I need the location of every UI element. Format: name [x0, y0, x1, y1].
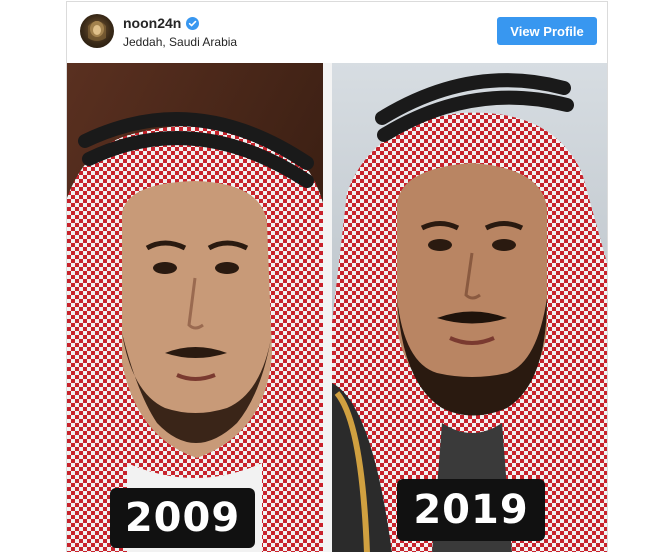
year-label-2009: 2009 — [110, 488, 255, 548]
verified-badge-icon — [186, 16, 200, 30]
photo-panel-2019: 2019 — [332, 63, 607, 552]
avatar-image — [88, 21, 106, 41]
avatar[interactable] — [80, 14, 114, 48]
photo-panel-2009: 2009 — [67, 63, 323, 552]
instagram-post-embed: noon24n Jeddah, Saudi Arabia View Profil… — [66, 1, 608, 552]
location-link[interactable]: Jeddah, Saudi Arabia — [123, 35, 237, 49]
username-row: noon24n — [123, 15, 200, 31]
username[interactable]: noon24n — [123, 15, 181, 31]
post-photo: 2009 2019 — [67, 63, 607, 552]
portrait-2009-image — [67, 63, 323, 552]
view-profile-button[interactable]: View Profile — [497, 17, 597, 45]
post-header: noon24n Jeddah, Saudi Arabia View Profil… — [67, 2, 607, 62]
year-label-2019: 2019 — [397, 479, 545, 541]
